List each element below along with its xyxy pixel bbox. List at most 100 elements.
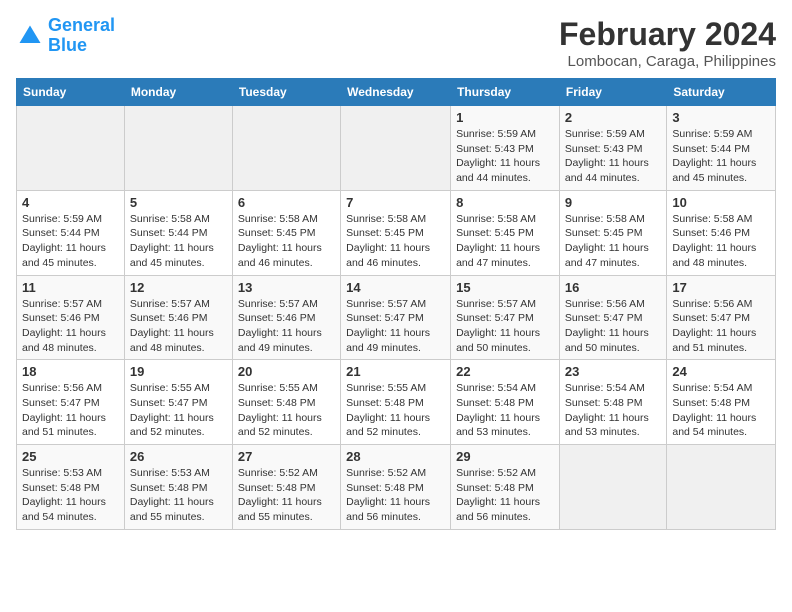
- calendar-cell: 3 Sunrise: 5:59 AMSunset: 5:44 PMDaylight…: [667, 106, 776, 191]
- day-number: 9: [565, 195, 661, 210]
- week-row-2: 4 Sunrise: 5:59 AMSunset: 5:44 PMDaylight…: [17, 190, 776, 275]
- day-info: Sunrise: 5:52 AMSunset: 5:48 PMDaylight:…: [238, 466, 335, 525]
- day-info: Sunrise: 5:56 AMSunset: 5:47 PMDaylight:…: [565, 297, 661, 356]
- day-number: 24: [672, 364, 770, 379]
- calendar-cell: 4 Sunrise: 5:59 AMSunset: 5:44 PMDaylight…: [17, 190, 125, 275]
- calendar-cell: 23Sunrise: 5:54 AMSunset: 5:48 PMDayligh…: [559, 360, 666, 445]
- calendar-cell: [667, 445, 776, 530]
- day-number: 8: [456, 195, 554, 210]
- header-tuesday: Tuesday: [232, 79, 340, 106]
- day-info: Sunrise: 5:55 AMSunset: 5:48 PMDaylight:…: [346, 381, 445, 440]
- calendar-cell: [559, 445, 666, 530]
- day-info: Sunrise: 5:56 AMSunset: 5:47 PMDaylight:…: [672, 297, 770, 356]
- header-saturday: Saturday: [667, 79, 776, 106]
- calendar-cell: 12 Sunrise: 5:57 AMSunset: 5:46 PMDayligh…: [124, 275, 232, 360]
- calendar-cell: 25 Sunrise: 5:53 AMSunset: 5:48 PMDayligh…: [17, 445, 125, 530]
- calendar-table: SundayMondayTuesdayWednesdayThursdayFrid…: [16, 78, 776, 530]
- logo-line1: General: [48, 15, 115, 35]
- day-info: Sunrise: 5:58 AMSunset: 5:45 PMDaylight:…: [346, 212, 445, 271]
- day-number: 25: [22, 449, 119, 464]
- calendar-cell: 10 Sunrise: 5:58 AMSunset: 5:46 PMDayligh…: [667, 190, 776, 275]
- day-number: 13: [238, 280, 335, 295]
- logo: General Blue: [16, 16, 115, 56]
- location-title: Lombocan, Caraga, Philippines: [559, 53, 776, 70]
- header-monday: Monday: [124, 79, 232, 106]
- day-number: 29: [456, 449, 554, 464]
- day-info: Sunrise: 5:54 AMSunset: 5:48 PMDaylight:…: [565, 381, 661, 440]
- week-row-5: 25 Sunrise: 5:53 AMSunset: 5:48 PMDayligh…: [17, 445, 776, 530]
- day-number: 27: [238, 449, 335, 464]
- day-number: 17: [672, 280, 770, 295]
- calendar-cell: 18 Sunrise: 5:56 AMSunset: 5:47 PMDayligh…: [17, 360, 125, 445]
- day-info: Sunrise: 5:59 AMSunset: 5:43 PMDaylight:…: [456, 127, 554, 186]
- calendar-cell: 20 Sunrise: 5:55 AMSunset: 5:48 PMDayligh…: [232, 360, 340, 445]
- day-info: Sunrise: 5:58 AMSunset: 5:45 PMDaylight:…: [238, 212, 335, 271]
- page-header: General Blue February 2024 Lombocan, Car…: [16, 16, 776, 70]
- calendar-cell: [17, 106, 125, 191]
- day-info: Sunrise: 5:52 AMSunset: 5:48 PMDaylight:…: [346, 466, 445, 525]
- day-number: 16: [565, 280, 661, 295]
- day-number: 4: [22, 195, 119, 210]
- month-title: February 2024: [559, 16, 776, 53]
- day-number: 12: [130, 280, 227, 295]
- day-info: Sunrise: 5:57 AMSunset: 5:47 PMDaylight:…: [346, 297, 445, 356]
- day-number: 20: [238, 364, 335, 379]
- day-number: 22: [456, 364, 554, 379]
- day-info: Sunrise: 5:57 AMSunset: 5:46 PMDaylight:…: [130, 297, 227, 356]
- header-thursday: Thursday: [451, 79, 560, 106]
- calendar-cell: [124, 106, 232, 191]
- day-info: Sunrise: 5:55 AMSunset: 5:48 PMDaylight:…: [238, 381, 335, 440]
- day-number: 7: [346, 195, 445, 210]
- day-number: 1: [456, 110, 554, 125]
- day-number: 19: [130, 364, 227, 379]
- day-info: Sunrise: 5:59 AMSunset: 5:44 PMDaylight:…: [22, 212, 119, 271]
- calendar-cell: 2Sunrise: 5:59 AMSunset: 5:43 PMDaylight…: [559, 106, 666, 191]
- week-row-1: 1 Sunrise: 5:59 AMSunset: 5:43 PMDaylight…: [17, 106, 776, 191]
- header-row: SundayMondayTuesdayWednesdayThursdayFrid…: [17, 79, 776, 106]
- day-number: 10: [672, 195, 770, 210]
- day-info: Sunrise: 5:53 AMSunset: 5:48 PMDaylight:…: [130, 466, 227, 525]
- calendar-cell: 1 Sunrise: 5:59 AMSunset: 5:43 PMDaylight…: [451, 106, 560, 191]
- day-info: Sunrise: 5:57 AMSunset: 5:46 PMDaylight:…: [238, 297, 335, 356]
- day-info: Sunrise: 5:58 AMSunset: 5:44 PMDaylight:…: [130, 212, 227, 271]
- day-info: Sunrise: 5:58 AMSunset: 5:45 PMDaylight:…: [565, 212, 661, 271]
- day-info: Sunrise: 5:56 AMSunset: 5:47 PMDaylight:…: [22, 381, 119, 440]
- day-info: Sunrise: 5:57 AMSunset: 5:47 PMDaylight:…: [456, 297, 554, 356]
- calendar-cell: 19 Sunrise: 5:55 AMSunset: 5:47 PMDayligh…: [124, 360, 232, 445]
- title-block: February 2024 Lombocan, Caraga, Philippi…: [559, 16, 776, 70]
- day-number: 15: [456, 280, 554, 295]
- day-info: Sunrise: 5:54 AMSunset: 5:48 PMDaylight:…: [672, 381, 770, 440]
- day-info: Sunrise: 5:55 AMSunset: 5:47 PMDaylight:…: [130, 381, 227, 440]
- day-number: 14: [346, 280, 445, 295]
- calendar-cell: [232, 106, 340, 191]
- day-info: Sunrise: 5:59 AMSunset: 5:44 PMDaylight:…: [672, 127, 770, 186]
- day-number: 26: [130, 449, 227, 464]
- day-info: Sunrise: 5:53 AMSunset: 5:48 PMDaylight:…: [22, 466, 119, 525]
- calendar-cell: 17 Sunrise: 5:56 AMSunset: 5:47 PMDayligh…: [667, 275, 776, 360]
- day-number: 5: [130, 195, 227, 210]
- calendar-cell: 28Sunrise: 5:52 AMSunset: 5:48 PMDayligh…: [341, 445, 451, 530]
- header-wednesday: Wednesday: [341, 79, 451, 106]
- calendar-cell: 29 Sunrise: 5:52 AMSunset: 5:48 PMDayligh…: [451, 445, 560, 530]
- calendar-cell: 8Sunrise: 5:58 AMSunset: 5:45 PMDaylight…: [451, 190, 560, 275]
- header-sunday: Sunday: [17, 79, 125, 106]
- day-info: Sunrise: 5:58 AMSunset: 5:46 PMDaylight:…: [672, 212, 770, 271]
- calendar-cell: [341, 106, 451, 191]
- day-info: Sunrise: 5:52 AMSunset: 5:48 PMDaylight:…: [456, 466, 554, 525]
- day-number: 6: [238, 195, 335, 210]
- calendar-cell: 9 Sunrise: 5:58 AMSunset: 5:45 PMDaylight…: [559, 190, 666, 275]
- calendar-cell: 13 Sunrise: 5:57 AMSunset: 5:46 PMDayligh…: [232, 275, 340, 360]
- logo-line2: Blue: [48, 35, 87, 55]
- calendar-cell: 26 Sunrise: 5:53 AMSunset: 5:48 PMDayligh…: [124, 445, 232, 530]
- week-row-3: 11 Sunrise: 5:57 AMSunset: 5:46 PMDayligh…: [17, 275, 776, 360]
- calendar-cell: 21Sunrise: 5:55 AMSunset: 5:48 PMDayligh…: [341, 360, 451, 445]
- calendar-cell: 14 Sunrise: 5:57 AMSunset: 5:47 PMDayligh…: [341, 275, 451, 360]
- day-number: 18: [22, 364, 119, 379]
- day-number: 3: [672, 110, 770, 125]
- calendar-cell: 27 Sunrise: 5:52 AMSunset: 5:48 PMDayligh…: [232, 445, 340, 530]
- calendar-cell: 7 Sunrise: 5:58 AMSunset: 5:45 PMDaylight…: [341, 190, 451, 275]
- logo-icon: [16, 22, 44, 50]
- calendar-cell: 11Sunrise: 5:57 AMSunset: 5:46 PMDayligh…: [17, 275, 125, 360]
- day-number: 11: [22, 280, 119, 295]
- day-info: Sunrise: 5:54 AMSunset: 5:48 PMDaylight:…: [456, 381, 554, 440]
